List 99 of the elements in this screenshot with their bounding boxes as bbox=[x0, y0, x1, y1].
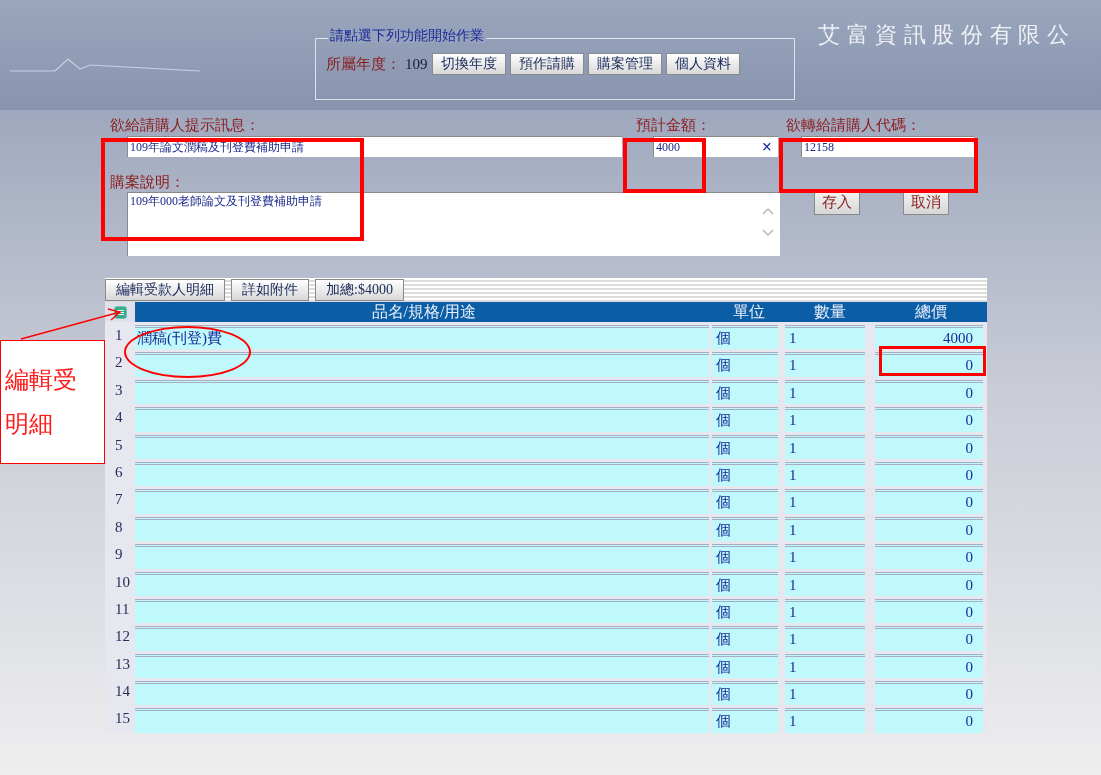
name-cell[interactable] bbox=[135, 626, 709, 651]
row-number: 11 bbox=[114, 599, 131, 619]
quantity-cell[interactable]: 1 bbox=[785, 352, 865, 377]
column-header: 總價 bbox=[914, 302, 948, 322]
quantity-cell[interactable]: 1 bbox=[785, 653, 865, 679]
quantity-cell[interactable]: 1 bbox=[785, 516, 865, 542]
total-cell[interactable]: 0 bbox=[875, 598, 983, 624]
column-header: 數量 bbox=[813, 302, 847, 322]
column-header: 品名/規格/用途 bbox=[370, 302, 478, 322]
total-cell[interactable]: 0 bbox=[875, 379, 983, 405]
quantity-cell[interactable]: 1 bbox=[785, 379, 865, 405]
unit-cell[interactable]: 個 bbox=[712, 489, 778, 514]
quantity-cell[interactable]: 1 bbox=[785, 325, 865, 350]
name-cell[interactable] bbox=[135, 708, 709, 733]
row-number: 3 bbox=[114, 380, 124, 400]
toolbar-button[interactable]: 個人資料 bbox=[665, 53, 740, 76]
unit-cell[interactable]: 個 bbox=[712, 434, 778, 459]
toolbar-button[interactable]: 加總:$4000 bbox=[315, 279, 404, 301]
row-number: 4 bbox=[114, 408, 124, 428]
company-name: 艾 富 資 訊 股 份 有 限 公 bbox=[818, 21, 1070, 49]
quantity-cell[interactable]: 1 bbox=[785, 598, 865, 624]
unit-cell[interactable]: 個 bbox=[712, 325, 778, 350]
row-number: 10 bbox=[114, 572, 131, 592]
field-label: 購案說明： bbox=[110, 173, 185, 192]
quantity-cell[interactable]: 1 bbox=[785, 626, 865, 651]
name-cell[interactable] bbox=[135, 516, 709, 542]
name-cell[interactable] bbox=[135, 489, 709, 514]
name-cell[interactable] bbox=[135, 352, 709, 377]
scroll-arrows-icon[interactable] bbox=[760, 205, 776, 239]
quantity-cell[interactable]: 1 bbox=[785, 544, 865, 569]
name-cell[interactable] bbox=[135, 544, 709, 569]
toolbar-button[interactable]: 預作請購 bbox=[509, 53, 584, 76]
total-cell[interactable]: 4000 bbox=[875, 325, 983, 350]
unit-cell[interactable]: 個 bbox=[712, 352, 778, 377]
row-number: 5 bbox=[114, 435, 124, 455]
quantity-cell[interactable]: 1 bbox=[785, 461, 865, 487]
row-number: 2 bbox=[114, 353, 124, 373]
name-cell[interactable] bbox=[135, 681, 709, 706]
clear-icon[interactable]: × bbox=[761, 138, 772, 156]
total-cell[interactable]: 0 bbox=[875, 489, 983, 514]
row-number: 14 bbox=[114, 682, 131, 702]
row-number: 7 bbox=[114, 490, 124, 510]
row-number: 6 bbox=[114, 462, 124, 482]
total-cell[interactable]: 0 bbox=[875, 516, 983, 542]
total-cell[interactable]: 0 bbox=[875, 681, 983, 706]
callout-text: 編輯受 bbox=[5, 366, 77, 395]
unit-cell[interactable]: 個 bbox=[712, 461, 778, 487]
name-cell[interactable] bbox=[135, 598, 709, 624]
row-number: 9 bbox=[114, 545, 124, 565]
unit-cell[interactable]: 個 bbox=[712, 516, 778, 542]
quantity-cell[interactable]: 1 bbox=[785, 708, 865, 733]
quantity-cell[interactable]: 1 bbox=[785, 489, 865, 514]
name-cell[interactable] bbox=[135, 434, 709, 459]
quantity-cell[interactable]: 1 bbox=[785, 681, 865, 706]
unit-cell[interactable]: 個 bbox=[712, 407, 778, 432]
total-cell[interactable]: 0 bbox=[875, 571, 983, 596]
row-number: 1 bbox=[114, 326, 124, 345]
unit-cell[interactable]: 個 bbox=[712, 653, 778, 679]
row-number: 15 bbox=[114, 709, 131, 729]
total-cell[interactable]: 0 bbox=[875, 626, 983, 651]
quantity-cell[interactable]: 1 bbox=[785, 434, 865, 459]
toolbar-button[interactable]: 購案管理 bbox=[587, 53, 662, 76]
name-cell[interactable]: 潤稿(刊登)費 bbox=[135, 325, 709, 350]
total-cell[interactable]: 0 bbox=[875, 708, 983, 733]
row-number: 8 bbox=[114, 517, 124, 537]
description-field[interactable]: 109年000老師論文及刊登費補助申請 bbox=[127, 192, 780, 256]
unit-cell[interactable]: 個 bbox=[712, 681, 778, 706]
field-label: 欲轉給請購人代碼： bbox=[786, 116, 921, 135]
year-label: 所屬年度： bbox=[326, 55, 401, 74]
name-cell[interactable] bbox=[135, 407, 709, 432]
quantity-cell[interactable]: 1 bbox=[785, 571, 865, 596]
unit-cell[interactable]: 個 bbox=[712, 544, 778, 569]
total-cell[interactable]: 0 bbox=[875, 544, 983, 569]
name-cell[interactable] bbox=[135, 461, 709, 487]
total-cell[interactable]: 0 bbox=[875, 461, 983, 487]
toolbar-button[interactable]: 編輯受款人明細 bbox=[105, 279, 225, 301]
unit-cell[interactable]: 個 bbox=[712, 379, 778, 405]
field-label: 欲給請購人提示訊息： bbox=[110, 116, 260, 135]
message-field[interactable]: 109年論文潤稿及刊登費補助申請 bbox=[127, 136, 622, 157]
total-cell[interactable]: 0 bbox=[875, 434, 983, 459]
quantity-cell[interactable]: 1 bbox=[785, 407, 865, 432]
unit-cell[interactable]: 個 bbox=[712, 626, 778, 651]
toolbar-button[interactable]: 詳如附件 bbox=[231, 279, 309, 301]
year-value: 109 bbox=[405, 55, 428, 74]
row-number: 13 bbox=[114, 654, 131, 674]
name-cell[interactable] bbox=[135, 379, 709, 405]
name-cell[interactable] bbox=[135, 571, 709, 596]
column-header: 單位 bbox=[732, 302, 766, 322]
toolbar-button[interactable]: 切換年度 bbox=[431, 53, 506, 76]
unit-cell[interactable]: 個 bbox=[712, 571, 778, 596]
total-cell[interactable]: 0 bbox=[875, 653, 983, 679]
name-cell[interactable] bbox=[135, 653, 709, 679]
callout-text: 明細 bbox=[5, 410, 53, 439]
total-cell[interactable]: 0 bbox=[875, 407, 983, 432]
panel-legend: 請點選下列功能開始作業 bbox=[328, 29, 486, 43]
unit-cell[interactable]: 個 bbox=[712, 598, 778, 624]
unit-cell[interactable]: 個 bbox=[712, 708, 778, 733]
row-number: 12 bbox=[114, 627, 131, 647]
field-label: 預計金額： bbox=[636, 116, 711, 135]
